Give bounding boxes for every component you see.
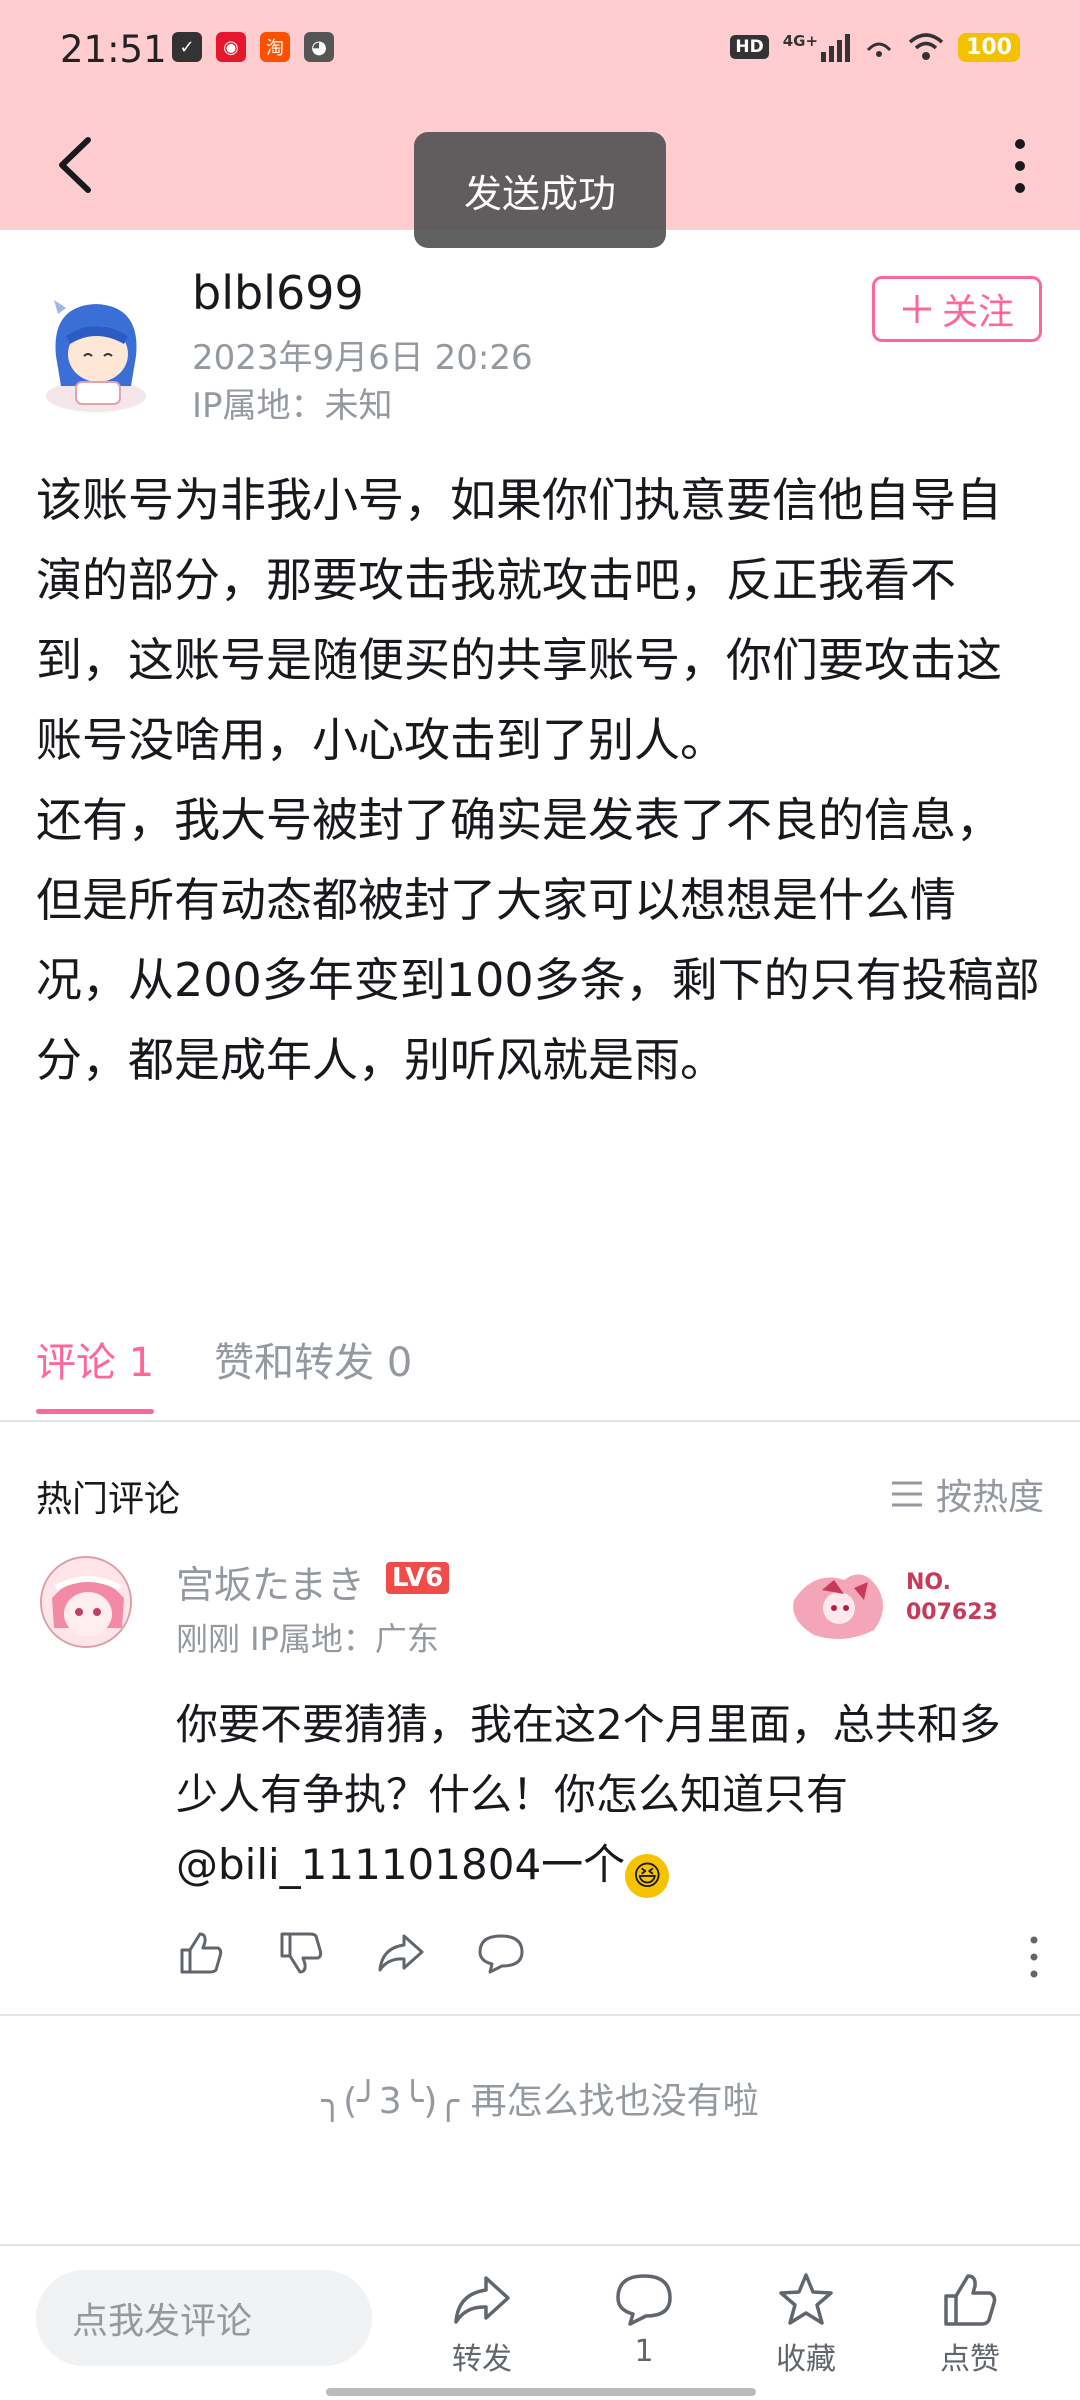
chevron-left-icon: [59, 137, 91, 193]
comment-actions: [176, 1928, 526, 1978]
status-system-icons: HD 4G+ 100: [730, 32, 1020, 62]
fan-medal-badge[interactable]: NO. 007623: [784, 1560, 1014, 1650]
end-message: 再怎么找也没有啦: [470, 2081, 759, 2122]
star-icon: [779, 2273, 833, 2325]
plus-icon: [902, 295, 931, 323]
weibo-icon: ◉: [216, 32, 246, 62]
user-level-badge: LV6: [386, 1562, 450, 1594]
bottom-action-bar: 点我发评论 转发 1 收藏 点赞: [0, 2244, 1080, 2400]
post-ip-location: IP属地：未知: [192, 386, 393, 426]
comment-more-icon[interactable]: [1024, 1932, 1044, 1982]
status-bar: 21:51 ✓ ◉ 淘 ◕ HD 4G+ 100: [0, 0, 1080, 100]
favorite-button[interactable]: 收藏: [746, 2270, 866, 2378]
status-notification-icons: ✓ ◉ 淘 ◕: [172, 32, 334, 62]
back-button[interactable]: [48, 130, 108, 200]
thumbs-up-icon[interactable]: [176, 1928, 226, 1978]
author-name[interactable]: blbl699: [192, 266, 364, 320]
post-tabs: 评论 1 赞和转发 0: [36, 1330, 412, 1414]
clipboard-icon: ✓: [172, 32, 202, 62]
home-indicator[interactable]: [326, 2388, 756, 2396]
more-options-button[interactable]: [990, 130, 1050, 200]
commenter-name[interactable]: 宫坂たまき: [176, 1554, 365, 1609]
post-body-text: 该账号为非我小号，如果你们执意要信他自导自演的部分，那要攻击我就攻击吧，反正我看…: [36, 473, 1040, 1087]
comment-text: 你要不要猜猜，我在这2个月里面，总共和多少人有争执？什么！你怎么知道只有@bil…: [176, 1690, 1036, 1900]
end-kaomoji: ╮(╯3╰)╭: [321, 2081, 460, 2122]
network-type-label: 4G+: [782, 32, 819, 50]
rofl-emoji-icon: 😆: [625, 1854, 670, 1898]
sort-lines-icon: [891, 1481, 922, 1507]
post-date: 2023年9月6日 20:26: [192, 338, 533, 378]
commenter-avatar[interactable]: [40, 1556, 132, 1648]
wifi-icon: [908, 33, 944, 60]
divider: [0, 1420, 1080, 1422]
forward-arrow-icon: [454, 2276, 510, 2324]
hd-icon: HD: [730, 35, 769, 59]
more-vertical-icon: [1015, 139, 1025, 193]
cat-icon: ◕: [304, 32, 334, 62]
comment-meta: 刚刚 IP属地：广东: [176, 1620, 439, 1658]
like-button[interactable]: 点赞: [910, 2270, 1030, 2378]
taobao-icon: 淘: [260, 32, 290, 62]
author-avatar[interactable]: [36, 286, 156, 416]
hot-comments-title: 热门评论: [36, 1479, 181, 1520]
follow-label: 关注: [941, 292, 1014, 333]
share-icon[interactable]: [376, 1928, 426, 1978]
tab-likes-reposts[interactable]: 赞和转发 0: [214, 1330, 412, 1414]
fan-badge-number: 007623: [906, 1600, 998, 1625]
like-label: 点赞: [940, 2342, 1000, 2377]
toast-message: 发送成功: [414, 132, 666, 248]
signal-icon: 4G+: [782, 32, 851, 62]
repost-button[interactable]: 转发: [422, 2270, 542, 2378]
comment-input[interactable]: 点我发评论: [36, 2270, 372, 2366]
divider: [0, 2014, 1080, 2016]
end-of-comments-message: ╮(╯3╰)╭ 再怎么找也没有啦: [0, 2072, 1080, 2124]
follow-button[interactable]: 关注: [872, 276, 1042, 342]
thumbs-up-icon: [944, 2274, 997, 2326]
comment-bubble-icon: [616, 2274, 672, 2326]
thumbs-down-icon[interactable]: [276, 1928, 326, 1978]
sort-label: 按热度: [935, 1477, 1044, 1518]
battery-indicator: 100: [958, 32, 1020, 62]
sort-by-popularity-button[interactable]: 按热度: [890, 1468, 1044, 1520]
comment-body: 你要不要猜猜，我在这2个月里面，总共和多少人有争执？什么！你怎么知道只有@bil…: [176, 1700, 1001, 1889]
reply-bubble-icon[interactable]: [476, 1928, 526, 1978]
repost-label: 转发: [452, 2342, 512, 2377]
comment-button[interactable]: 1: [584, 2270, 704, 2369]
comment-count: 1: [634, 2334, 654, 2369]
status-time: 21:51: [60, 28, 167, 71]
fan-badge-no-label: NO.: [906, 1570, 951, 1595]
data-arrows-icon: [866, 42, 892, 57]
tab-comments[interactable]: 评论 1: [36, 1330, 155, 1414]
favorite-label: 收藏: [776, 2342, 836, 2377]
